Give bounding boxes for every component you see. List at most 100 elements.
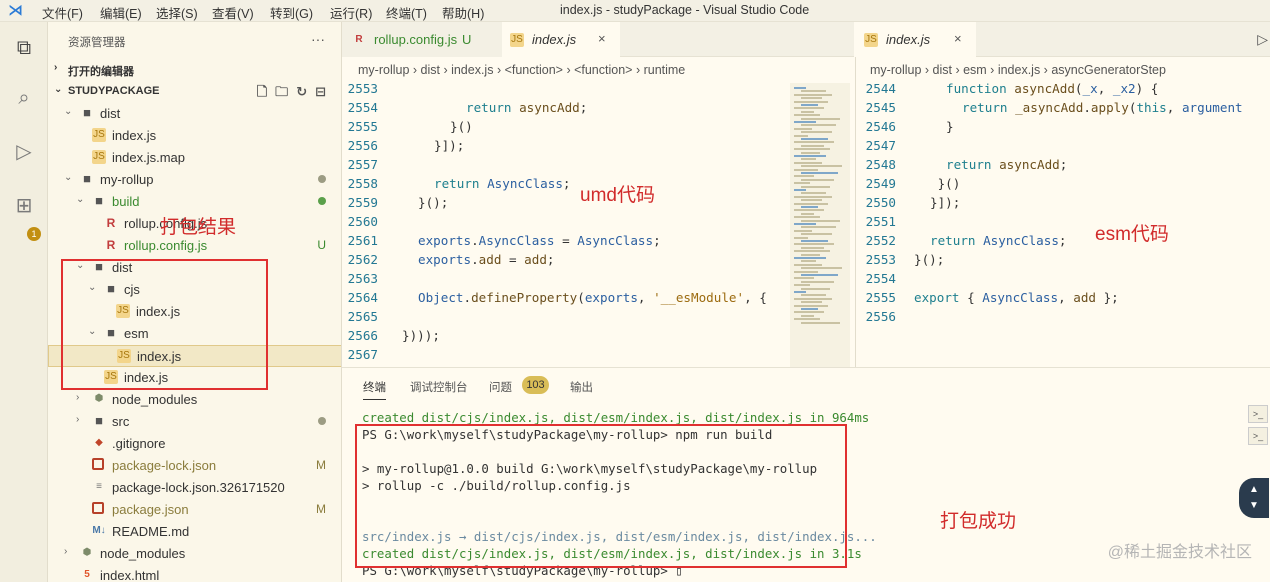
minimap-line	[801, 294, 826, 297]
menu-item[interactable]: 查看(V)	[212, 3, 254, 22]
tree-item[interactable]: ⌄ ■ my-rollup	[48, 169, 341, 191]
tree-item[interactable]: ≡ package-lock.json.326171520	[48, 477, 341, 499]
breadcrumb-item[interactable]: <function>	[574, 63, 632, 77]
code-token: AsyncClass	[982, 290, 1059, 305]
line-number: 2556	[865, 309, 896, 324]
breadcrumb-item[interactable]: runtime	[644, 63, 686, 77]
left-code[interactable]: 2553 2554 return asyncAdd; 2555}() 2556}]); 2…	[342, 79, 782, 367]
tree-item-label: README.md	[112, 524, 190, 539]
collapse-all-icon[interactable]: ⊟	[315, 84, 334, 99]
explorer-toolbar: 🗋🗀↻⊟	[257, 83, 334, 105]
code-token: ;	[653, 233, 661, 248]
breadcrumb-item[interactable]: index.js	[998, 63, 1040, 77]
tree-item[interactable]: ⌄ ■ dist	[48, 103, 341, 125]
workspace-section[interactable]: ⌄ STUDYPACKAGE 🗋🗀↻⊟	[48, 81, 341, 105]
run-icon[interactable]: ▷	[1257, 31, 1268, 48]
code-text: return AsyncClass;	[434, 174, 571, 193]
tree-item[interactable]: › ⬢ node_modules	[48, 389, 341, 411]
left-minimap[interactable]	[790, 83, 850, 367]
terminal-instance-icon[interactable]: >_	[1248, 405, 1268, 423]
menu-item[interactable]: 编辑(E)	[100, 3, 142, 22]
code-text: export { AsyncClass, add };	[914, 288, 1119, 307]
tree-item[interactable]: 5 index.html	[48, 565, 341, 582]
new-folder-icon[interactable]: 🗀	[275, 84, 296, 99]
breadcrumb-item[interactable]: dist	[933, 63, 952, 77]
code-text: return asyncAdd;	[946, 155, 1067, 174]
breadcrumb-item[interactable]: esm	[963, 63, 987, 77]
code-token: exports	[418, 233, 472, 248]
minimap-line	[801, 212, 814, 215]
minimap-line	[794, 127, 812, 130]
new-file-icon[interactable]: 🗋	[257, 84, 275, 99]
breadcrumb-item[interactable]: asyncGeneratorStep	[1051, 63, 1166, 77]
minimap-line	[794, 87, 806, 89]
menu-item[interactable]: 文件(F)	[42, 3, 83, 22]
search-icon[interactable]: ⌕	[12, 86, 36, 110]
tree-item[interactable]: JS index.js.map	[48, 147, 341, 169]
minimap-line	[794, 284, 810, 287]
tab-problems[interactable]: 问题	[489, 379, 512, 395]
line-number: 2554	[347, 100, 378, 115]
tree-item[interactable]: ◆ .gitignore	[48, 433, 341, 455]
more-actions-icon[interactable]: ···	[311, 31, 325, 47]
menu-item[interactable]: 帮助(H)	[442, 3, 484, 22]
open-editors-section[interactable]: › 打开的编辑器	[48, 59, 341, 81]
tree-item[interactable]: M↓ README.md	[48, 521, 341, 543]
tab-terminal[interactable]: 终端	[363, 379, 386, 400]
menu-item[interactable]: 运行(R)	[330, 3, 372, 22]
breadcrumb-item[interactable]: my-rollup	[870, 63, 921, 77]
run-debug-icon[interactable]: ▷	[12, 140, 36, 164]
code-token: return	[434, 176, 488, 191]
code-text: function asyncAdd(_x, _x2) {	[946, 79, 1158, 98]
minimap-line	[794, 257, 826, 259]
code-token: ;	[1058, 233, 1067, 248]
breadcrumb-item[interactable]: index.js	[451, 63, 493, 77]
terminal-instance-icon[interactable]: >_	[1248, 427, 1268, 445]
code-text: return AsyncClass;	[930, 231, 1067, 250]
code-token: .	[463, 290, 472, 305]
minimap-line	[801, 144, 824, 147]
code-text: }()	[450, 117, 473, 136]
minimap-line	[801, 314, 814, 317]
extensions-icon[interactable]: ⊞	[12, 194, 36, 218]
minimap-line	[801, 308, 818, 310]
git-file-icon: ◆	[95, 437, 103, 448]
tree-item[interactable]: › ⬢ node_modules	[48, 543, 341, 565]
line-number: 2558	[347, 176, 378, 191]
chevron-down-icon: ⌄	[64, 172, 73, 183]
close-icon[interactable]: ×	[954, 31, 962, 46]
tree-item[interactable]: package.json M	[48, 499, 341, 521]
minimap-line	[794, 304, 828, 307]
scroll-arrows-icon[interactable]: ▲ ▼	[1239, 478, 1269, 518]
right-code[interactable]: 2544 function asyncAdd(_x, _x2) {2545 retu…	[860, 79, 1270, 367]
minimap-line	[794, 291, 806, 293]
tree-item[interactable]: ⌄ ■ build	[48, 191, 341, 213]
breadcrumb-item[interactable]: my-rollup	[358, 63, 409, 77]
line-number: 2553	[865, 252, 896, 267]
explorer-icon[interactable]: ⧉	[12, 36, 36, 60]
tree-item-label: src	[112, 414, 130, 429]
git-status: M	[316, 458, 326, 472]
menu-item[interactable]: 选择(S)	[156, 3, 198, 22]
code-token: (	[577, 290, 585, 305]
tree-item[interactable]: › ■ src	[48, 411, 341, 433]
refresh-icon[interactable]: ↻	[296, 84, 315, 99]
editor-divider[interactable]	[855, 57, 856, 367]
tab-rollup-config[interactable]: R rollup.config.js U	[342, 22, 502, 57]
code-token: _asyncAdd	[1015, 100, 1084, 115]
tree-item[interactable]: package-lock.json M	[48, 455, 341, 477]
tree-item-label: dist	[100, 106, 121, 121]
chevron-right-icon: ›	[1040, 63, 1052, 77]
breadcrumb-item[interactable]: <function>	[505, 63, 563, 77]
minimap-line	[794, 134, 808, 137]
tab-output[interactable]: 输出	[570, 379, 593, 395]
minimap-line	[801, 233, 832, 236]
tab-index-js-right[interactable]: JS index.js ×	[856, 22, 976, 57]
tree-item[interactable]: JS index.js	[48, 125, 341, 147]
menu-item[interactable]: 转到(G)	[270, 3, 313, 22]
breadcrumb-item[interactable]: dist	[421, 63, 440, 77]
menu-item[interactable]: 终端(T)	[386, 3, 427, 22]
tab-index-js[interactable]: JS index.js ×	[502, 22, 620, 57]
close-icon[interactable]: ×	[598, 31, 606, 46]
tab-debug-console[interactable]: 调试控制台	[410, 379, 468, 395]
